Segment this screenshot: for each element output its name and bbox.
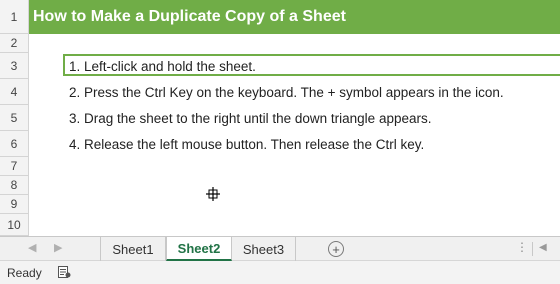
row-6: 6 4. Release the left mouse button. Then…: [0, 131, 560, 157]
row-header[interactable]: 9: [0, 195, 29, 214]
title-cell[interactable]: How to Make a Duplicate Copy of a Sheet: [29, 0, 560, 34]
row-header[interactable]: 2: [0, 34, 29, 53]
step-cell[interactable]: 1. Left-click and hold the sheet.: [29, 53, 560, 79]
more-options-icon[interactable]: ⋮: [516, 240, 528, 254]
step-text: 3. Drag the sheet to the right until the…: [69, 110, 432, 126]
row-4: 4 2. Press the Ctrl Key on the keyboard.…: [0, 79, 560, 105]
row-5: 5 3. Drag the sheet to the right until t…: [0, 105, 560, 131]
status-bar: Ready: [0, 261, 560, 284]
row-2: 2: [0, 34, 560, 53]
scroll-left-icon[interactable]: ◀: [28, 241, 36, 254]
macro-record-icon[interactable]: [58, 266, 71, 278]
new-sheet-button[interactable]: +: [328, 241, 344, 257]
step-text: 4. Release the left mouse button. Then r…: [69, 136, 425, 152]
row-header[interactable]: 6: [0, 131, 29, 157]
tab-sheet3[interactable]: Sheet3: [232, 237, 296, 261]
step-text: 2. Press the Ctrl Key on the keyboard. T…: [69, 84, 504, 100]
row-header[interactable]: 8: [0, 176, 29, 195]
empty-cell[interactable]: [29, 195, 560, 214]
sheet-tab-bar: ◀ ▶ Sheet1 Sheet2 Sheet3 + ⋮ ◀: [0, 236, 560, 261]
horizontal-scrollbar[interactable]: ◀: [532, 242, 560, 256]
empty-cell[interactable]: [29, 214, 560, 236]
empty-cell[interactable]: [29, 176, 560, 195]
row-header[interactable]: 4: [0, 79, 29, 105]
tab-sheet1[interactable]: Sheet1: [100, 237, 166, 261]
row-header[interactable]: 7: [0, 157, 29, 176]
row-header[interactable]: 3: [0, 53, 29, 79]
step-cell[interactable]: 2. Press the Ctrl Key on the keyboard. T…: [29, 79, 560, 105]
row-8: 8: [0, 176, 560, 195]
row-9: 9: [0, 195, 560, 214]
row-header[interactable]: 5: [0, 105, 29, 131]
row-header[interactable]: 10: [0, 214, 29, 236]
worksheet-grid: 1 How to Make a Duplicate Copy of a Shee…: [0, 0, 560, 236]
move-copy-cursor-icon: [206, 187, 220, 201]
step-cell[interactable]: 3. Drag the sheet to the right until the…: [29, 105, 560, 131]
plus-icon: +: [332, 241, 340, 257]
row-1: 1 How to Make a Duplicate Copy of a Shee…: [0, 0, 560, 34]
row-7: 7: [0, 157, 560, 176]
scroll-right-icon[interactable]: ▶: [54, 241, 62, 254]
empty-cell[interactable]: [29, 34, 560, 53]
empty-cell[interactable]: [29, 157, 560, 176]
row-3: 3 1. Left-click and hold the sheet.: [0, 53, 560, 79]
sheet-title: How to Make a Duplicate Copy of a Sheet: [33, 8, 346, 25]
tab-sheet2[interactable]: Sheet2: [166, 237, 232, 261]
row-header[interactable]: 1: [0, 0, 29, 34]
status-ready: Ready: [7, 265, 42, 280]
step-text: 1. Left-click and hold the sheet.: [69, 58, 256, 74]
row-10: 10: [0, 214, 560, 236]
step-cell[interactable]: 4. Release the left mouse button. Then r…: [29, 131, 560, 157]
scroll-left-arrow-icon[interactable]: ◀: [539, 242, 547, 253]
